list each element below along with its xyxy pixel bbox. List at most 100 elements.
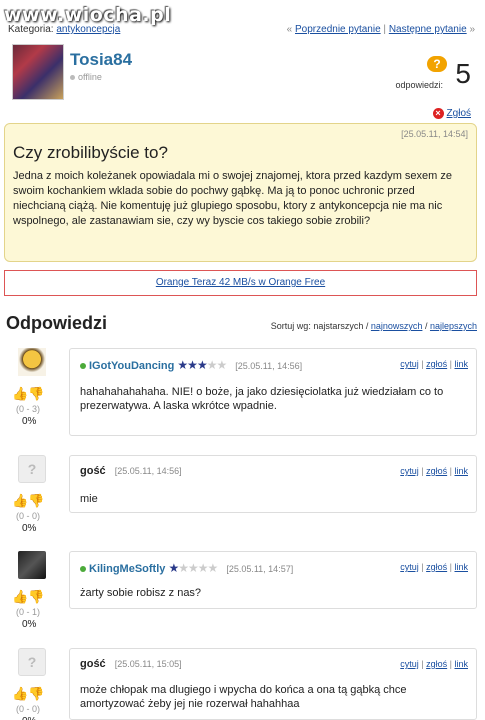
ad-banner: Orange Teraz 42 MB/s w Orange Free (4, 270, 477, 296)
answer-author[interactable]: KilingMeSoftly (89, 563, 165, 575)
online-icon (80, 566, 86, 573)
sort-controls: Sortuj wg: najstarszych / najnowszych / … (271, 321, 477, 331)
thumb-down-icon[interactable]: 👎 (28, 386, 44, 401)
prev-question-link[interactable]: Poprzednie pytanie (295, 24, 381, 35)
answers-label: odpowiedzi: (395, 80, 443, 90)
next-question-link[interactable]: Następne pytanie (389, 24, 467, 35)
rank-stars: ★★★★★ (168, 561, 218, 575)
report-link[interactable]: Zgłoś (447, 108, 471, 119)
cite-link[interactable]: cytuj (400, 466, 419, 476)
answer-text: żarty sobie robisz z nas? (80, 587, 202, 599)
status-dot-icon (70, 75, 75, 81)
permalink[interactable]: link (454, 359, 468, 369)
cite-link[interactable]: cytuj (400, 659, 419, 669)
vote-controls: 👍👎 (12, 686, 52, 702)
question-title: Czy zrobilibyście to? (13, 143, 168, 162)
vote-score: (0 - 0) (16, 511, 41, 521)
report-answer-link[interactable]: zgłoś (426, 466, 447, 476)
asker-status: offline (70, 72, 102, 82)
ad-link[interactable]: Orange Teraz 42 MB/s w Orange Free (156, 277, 325, 288)
answer-box: IGotYouDancing ★★★★★ [25.05.11, 14:56] c… (69, 348, 477, 436)
thumb-down-icon[interactable]: 👎 (28, 589, 44, 604)
vote-percent: 0% (22, 416, 37, 427)
report-answer-link[interactable]: zgłoś (426, 562, 447, 572)
rank-stars: ★★★★★ (177, 358, 227, 372)
vote-score: (0 - 0) (16, 704, 41, 714)
avatar[interactable] (18, 551, 46, 579)
question-body: Jedna z moich koleżanek opowiadala mi o … (13, 170, 452, 227)
vote-score: (0 - 3) (16, 404, 41, 414)
answer-item: 👍👎 (0 - 1) 0% KilingMeSoftly ★★★★★ [25.0… (0, 551, 485, 631)
answers-count: 5 (455, 58, 471, 89)
vote-percent: 0% (22, 619, 37, 630)
vote-score: (0 - 1) (16, 607, 41, 617)
permalink[interactable]: link (454, 562, 468, 572)
answer-item: 👍👎 (0 - 0) 0% gość [25.05.11, 15:05] cyt… (0, 648, 485, 720)
answer-header: gość [25.05.11, 14:56] cytuj | zgłoś | l… (80, 465, 468, 479)
report-question[interactable]: × Zgłoś (432, 108, 471, 119)
thumb-down-icon[interactable]: 👎 (28, 493, 44, 508)
question-box: [25.05.11, 14:54] Czy zrobilibyście to? … (4, 123, 477, 262)
thumb-up-icon[interactable]: 👍 (12, 589, 28, 604)
answer-author[interactable]: IGotYouDancing (89, 360, 174, 372)
left-quote: « (286, 24, 293, 35)
permalink[interactable]: link (454, 466, 468, 476)
sort-label: Sortuj wg: najstarszych (270, 321, 364, 331)
answers-heading: Odpowiedzi (6, 313, 107, 333)
answer-actions: cytuj | zgłoś | link (400, 466, 468, 476)
answer-text: mie (80, 493, 98, 505)
answer-box: gość [25.05.11, 14:56] cytuj | zgłoś | l… (69, 455, 477, 513)
answer-text: hahahahahahaha. NIE! o boże, ja jako dzi… (80, 386, 444, 412)
avatar[interactable] (12, 44, 64, 100)
question-icon: ? (427, 56, 447, 72)
answer-item: 👍👎 (0 - 0) 0% gość [25.05.11, 14:56] cyt… (0, 455, 485, 535)
watermark-logo: www.wiocha.pl (4, 4, 172, 26)
cite-link[interactable]: cytuj (400, 562, 419, 572)
answer-header: KilingMeSoftly ★★★★★ [25.05.11, 14:57] c… (80, 561, 468, 575)
sort-best-link[interactable]: najlepszych (430, 321, 477, 331)
report-answer-link[interactable]: zgłoś (426, 659, 447, 669)
answer-actions: cytuj | zgłoś | link (400, 659, 468, 669)
sort-separator: / (424, 321, 428, 331)
close-circle-icon: × (432, 108, 444, 119)
avatar[interactable] (18, 455, 46, 483)
vote-controls: 👍👎 (12, 493, 52, 509)
vote-percent: 0% (22, 716, 36, 720)
vote-percent: 0% (22, 523, 37, 534)
answer-date: [25.05.11, 14:56] (235, 361, 303, 371)
asker-username[interactable]: Tosia84 (70, 50, 132, 70)
online-icon (80, 363, 86, 370)
answer-header: IGotYouDancing ★★★★★ [25.05.11, 14:56] c… (80, 358, 468, 372)
cite-link[interactable]: cytuj (400, 359, 419, 369)
sort-separator: / (365, 321, 369, 331)
top-bar: Kategoria: antykoncepcja « Poprzednie py… (8, 24, 475, 38)
answer-actions: cytuj | zgłoś | link (400, 359, 468, 369)
thumb-up-icon[interactable]: 👍 (12, 386, 28, 401)
answer-header: gość [25.05.11, 15:05] cytuj | zgłoś | l… (80, 658, 468, 672)
vote-controls: 👍👎 (12, 589, 52, 605)
question-nav: « Poprzednie pytanie | Następne pytanie … (287, 24, 475, 35)
rank-stars-off: ★★ (206, 358, 227, 372)
report-answer-link[interactable]: zgłoś (426, 359, 447, 369)
answer-box: gość [25.05.11, 15:05] cytuj | zgłoś | l… (69, 648, 477, 720)
answer-author: gość (80, 465, 106, 477)
avatar[interactable] (18, 648, 46, 676)
answer-date: [25.05.11, 14:56] (114, 466, 182, 476)
asker-profile: Tosia84 offline ? 5 odpowiedzi: (8, 44, 475, 104)
thumb-up-icon[interactable]: 👍 (12, 493, 28, 508)
answer-item: 👍👎 (0 - 3) 0% IGotYouDancing ★★★★★ [25.0… (0, 348, 485, 438)
thumb-down-icon[interactable]: 👎 (28, 686, 44, 701)
rank-stars-on: ★★★ (177, 358, 207, 372)
asker-status-text: offline (78, 72, 102, 82)
nav-separator: | (383, 24, 387, 35)
sort-newest-link[interactable]: najnowszych (371, 321, 423, 331)
question-date: [25.05.11, 14:54] (401, 129, 468, 139)
answer-author: gość (80, 658, 106, 670)
avatar[interactable] (18, 348, 46, 376)
answer-box: KilingMeSoftly ★★★★★ [25.05.11, 14:57] c… (69, 551, 477, 609)
right-quote: » (469, 24, 475, 35)
answer-actions: cytuj | zgłoś | link (400, 562, 468, 572)
permalink[interactable]: link (454, 659, 468, 669)
vote-controls: 👍👎 (12, 386, 52, 402)
thumb-up-icon[interactable]: 👍 (12, 686, 28, 701)
